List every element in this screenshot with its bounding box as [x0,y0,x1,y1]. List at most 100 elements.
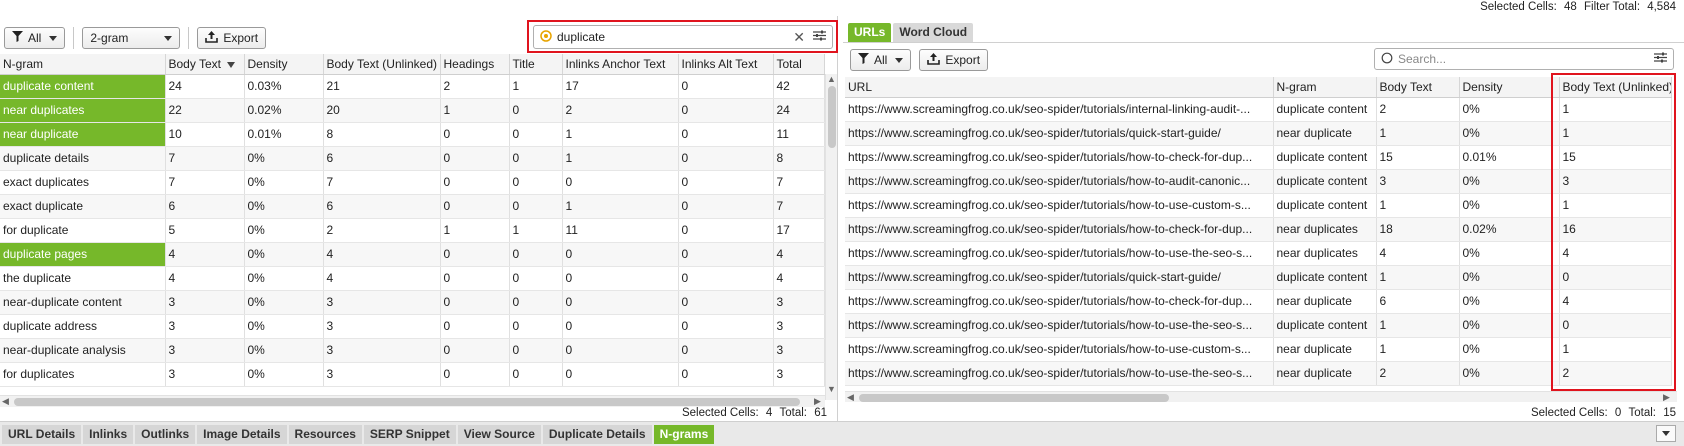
table-cell[interactable]: 0 [562,266,679,291]
table-cell[interactable]: 3 [1559,169,1672,194]
table-cell[interactable]: 4 [1376,241,1460,266]
tab-image-details[interactable]: Image Details [197,424,287,444]
table-cell[interactable]: 0 [509,314,563,339]
column-header[interactable]: Body Text [1376,77,1460,98]
table-cell[interactable]: 0% [1459,265,1560,290]
table-cell[interactable]: 0 [1559,265,1672,290]
column-header[interactable]: Density [1459,77,1560,98]
scroll-left-icon[interactable]: ◀ [2,396,9,407]
table-cell[interactable]: 0 [678,146,774,171]
table-cell[interactable]: 0 [678,266,774,291]
table-cell[interactable]: 8 [323,122,441,147]
table-cell[interactable]: 0 [509,122,563,147]
table-cell[interactable]: 1 [1559,337,1672,362]
ngram-cell[interactable]: near-duplicate analysis [0,338,166,363]
table-cell[interactable]: 0 [562,242,679,267]
table-cell[interactable]: 4 [165,242,245,267]
table-cell[interactable]: 1 [1559,193,1672,218]
table-cell[interactable]: 18 [1376,217,1460,242]
clear-search-icon[interactable]: ✕ [793,29,805,46]
scrollbar-thumb[interactable] [828,86,836,148]
url-cell[interactable]: https://www.screamingfrog.co.uk/seo-spid… [845,145,1274,170]
table-row[interactable]: near-duplicate content 3 0% 3 0 0 0 0 3 [0,290,825,315]
column-header[interactable]: URL [845,77,1274,98]
table-cell[interactable]: 22 [165,98,245,123]
table-cell[interactable]: 0% [1459,361,1560,386]
ngrams-horizontal-scrollbar[interactable] [0,395,825,407]
table-cell[interactable]: 3 [323,290,441,315]
table-row[interactable]: https://www.screamingfrog.co.uk/seo-spid… [845,169,1672,194]
ngram-cell[interactable]: duplicate pages [0,242,166,267]
table-cell[interactable]: 0% [1459,193,1560,218]
urls-horizontal-scrollbar[interactable] [845,391,1677,402]
tab-resources[interactable]: Resources [288,424,362,444]
table-cell[interactable]: 1 [509,74,563,99]
tab-urls[interactable]: URLs [848,23,892,42]
table-cell[interactable]: near duplicates [1273,241,1377,266]
column-header[interactable]: Density [244,54,324,75]
ngram-cell[interactable]: for duplicates [0,362,166,387]
table-cell[interactable]: 4 [323,242,441,267]
table-cell[interactable]: 3 [773,314,825,339]
ngram-cell[interactable]: exact duplicate [0,194,166,219]
table-cell[interactable]: 2 [323,218,441,243]
table-cell[interactable]: 15 [1559,145,1672,170]
ngram-cell[interactable]: duplicate address [0,314,166,339]
table-cell[interactable]: 0.02% [244,98,324,123]
table-cell[interactable]: 0 [440,194,510,219]
table-cell[interactable]: 1 [562,122,679,147]
table-cell[interactable]: 0% [244,242,324,267]
table-cell[interactable]: 0.03% [244,74,324,99]
table-cell[interactable]: 0 [562,290,679,315]
table-cell[interactable]: 0% [244,362,324,387]
column-header[interactable]: N-gram [0,54,166,75]
tab-n-grams[interactable]: N-grams [653,424,715,444]
url-cell[interactable]: https://www.screamingfrog.co.uk/seo-spid… [845,265,1274,290]
table-cell[interactable]: 7 [165,146,245,171]
table-cell[interactable]: duplicate content [1273,97,1377,122]
table-cell[interactable]: duplicate content [1273,145,1377,170]
table-cell[interactable]: 0 [440,266,510,291]
table-cell[interactable]: 0 [440,338,510,363]
table-cell[interactable]: 6 [1376,289,1460,314]
url-cell[interactable]: https://www.screamingfrog.co.uk/seo-spid… [845,241,1274,266]
table-cell[interactable]: 2 [1376,97,1460,122]
table-cell[interactable]: 0 [509,362,563,387]
table-cell[interactable]: 1 [1559,121,1672,146]
table-cell[interactable]: 0 [562,338,679,363]
table-cell[interactable]: 0.01% [244,122,324,147]
export-button[interactable]: Export [197,27,267,49]
url-cell[interactable]: https://www.screamingfrog.co.uk/seo-spid… [845,361,1274,386]
table-cell[interactable]: 0 [562,362,679,387]
scroll-down-icon[interactable]: ▼ [827,384,836,394]
table-cell[interactable]: 0% [244,194,324,219]
url-cell[interactable]: https://www.screamingfrog.co.uk/seo-spid… [845,217,1274,242]
table-cell[interactable]: 1 [1376,121,1460,146]
table-cell[interactable]: near duplicate [1273,361,1377,386]
table-cell[interactable]: 0 [562,314,679,339]
table-cell[interactable]: duplicate content [1273,265,1377,290]
ngrams-table[interactable]: N-gram Body Text Density Body Text (Unlinke… [0,54,825,387]
tabs-dropdown-button[interactable] [1656,425,1676,442]
table-row[interactable]: https://www.screamingfrog.co.uk/seo-spid… [845,337,1672,362]
table-cell[interactable]: 4 [323,266,441,291]
search-settings-icon[interactable] [1654,52,1667,66]
table-cell[interactable]: 3 [165,290,245,315]
table-cell[interactable]: 2 [562,98,679,123]
table-cell[interactable]: 7 [165,170,245,195]
table-cell[interactable]: 1 [1376,193,1460,218]
table-cell[interactable]: near duplicates [1273,217,1377,242]
search-settings-icon[interactable] [813,30,826,44]
table-cell[interactable]: 16 [1559,217,1672,242]
table-cell[interactable]: 17 [562,74,679,99]
table-cell[interactable]: duplicate content [1273,169,1377,194]
table-cell[interactable]: 0 [509,170,563,195]
ngram-search-input[interactable] [552,30,794,44]
table-cell[interactable]: 0 [678,194,774,219]
column-header[interactable]: Headings [440,54,510,75]
table-cell[interactable]: 1 [562,194,679,219]
table-cell[interactable]: 2 [1376,361,1460,386]
table-cell[interactable]: duplicate content [1273,193,1377,218]
table-row[interactable]: https://www.screamingfrog.co.uk/seo-spid… [845,289,1672,314]
table-row[interactable]: near-duplicate analysis 3 0% 3 0 0 0 0 3 [0,338,825,363]
